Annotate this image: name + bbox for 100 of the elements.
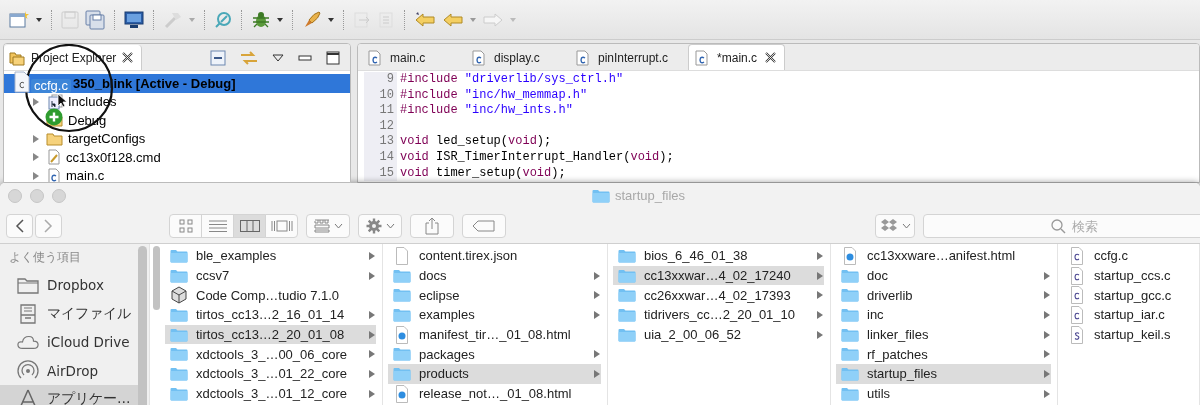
search-field[interactable]: 検索 bbox=[923, 214, 1200, 238]
file-row[interactable]: inc bbox=[836, 305, 1051, 325]
file-row[interactable]: manifest_tir…_01_08.html bbox=[388, 324, 601, 345]
file-row[interactable]: startup_keil.s bbox=[1063, 324, 1193, 345]
bug-icon[interactable] bbox=[251, 9, 271, 30]
last-edit-arrow-icon[interactable] bbox=[414, 10, 436, 29]
monitor-icon[interactable] bbox=[124, 10, 144, 29]
file-row[interactable]: ccfg.c bbox=[1063, 246, 1193, 266]
file-row[interactable]: packages bbox=[388, 344, 601, 365]
file-row[interactable]: tirtos_cc13…2_20_01_08 bbox=[165, 324, 376, 345]
file-row[interactable]: startup_files bbox=[836, 364, 1051, 384]
disclosure-arrow-icon[interactable] bbox=[368, 349, 376, 360]
file-row[interactable]: startup_ccs.c bbox=[1063, 265, 1193, 286]
caret-icon[interactable] bbox=[36, 17, 42, 22]
disclosure-arrow-icon[interactable] bbox=[368, 250, 376, 261]
caret-icon[interactable] bbox=[328, 17, 334, 22]
disclosure-arrow-icon[interactable] bbox=[816, 290, 824, 301]
file-row[interactable]: ble_examples bbox=[165, 246, 376, 266]
view-mode-button[interactable] bbox=[265, 214, 298, 238]
expand-arrow-icon[interactable] bbox=[32, 133, 40, 144]
close-icon[interactable] bbox=[765, 52, 777, 63]
scrollbar[interactable] bbox=[153, 246, 160, 310]
file-row[interactable]: tidrivers_cc…2_20_01_10 bbox=[613, 305, 824, 325]
action-button[interactable] bbox=[358, 214, 402, 238]
view-mode-button[interactable] bbox=[169, 214, 202, 238]
disclosure-arrow-icon[interactable] bbox=[1043, 368, 1051, 379]
view-mode-button[interactable] bbox=[233, 214, 266, 238]
file-row[interactable]: content.tirex.json bbox=[388, 246, 601, 266]
file-row[interactable]: eclipse bbox=[388, 285, 601, 306]
file-row[interactable]: uia_2_00_06_52 bbox=[613, 324, 824, 345]
back-arrow-icon[interactable] bbox=[442, 10, 464, 29]
file-row[interactable]: utils bbox=[836, 383, 1051, 404]
disclosure-arrow-icon[interactable] bbox=[368, 309, 376, 320]
editor-tab[interactable]: pinInterrupt.c bbox=[570, 45, 685, 70]
disclosure-arrow-icon[interactable] bbox=[816, 309, 824, 320]
expand-arrow-icon[interactable] bbox=[32, 170, 40, 181]
disclosure-arrow-icon[interactable] bbox=[1043, 309, 1051, 320]
file-row[interactable]: rf_patches bbox=[836, 344, 1051, 365]
disclosure-arrow-icon[interactable] bbox=[368, 388, 376, 399]
search-icon[interactable] bbox=[214, 10, 232, 29]
sidebar-item[interactable]: iCloud Drive bbox=[0, 328, 138, 357]
file-row[interactable]: cc13xxware…anifest.html bbox=[836, 246, 1051, 266]
disclosure-arrow-icon[interactable] bbox=[593, 349, 601, 360]
disclosure-arrow-icon[interactable] bbox=[816, 329, 824, 340]
back-button[interactable] bbox=[6, 214, 33, 238]
tree-item[interactable]: cc13x0f128.cmd bbox=[4, 148, 350, 167]
editor-tab[interactable]: main.c bbox=[362, 45, 462, 70]
tree-item[interactable]: main.c bbox=[4, 166, 350, 182]
sidebar-item[interactable]: マイファイル bbox=[0, 299, 138, 328]
file-row[interactable]: driverlib bbox=[836, 285, 1051, 306]
disclosure-arrow-icon[interactable] bbox=[368, 368, 376, 379]
file-row[interactable]: docs bbox=[388, 265, 601, 286]
disclosure-arrow-icon[interactable] bbox=[1043, 270, 1051, 281]
disclosure-arrow-icon[interactable] bbox=[816, 270, 824, 281]
file-row[interactable]: xdctools_3_…01_22_core bbox=[165, 364, 376, 384]
file-row[interactable]: release_not…_01_08.html bbox=[388, 383, 601, 404]
sidebar-item[interactable]: アプリケー… bbox=[0, 385, 138, 405]
disclosure-arrow-icon[interactable] bbox=[1043, 349, 1051, 360]
file-row[interactable]: linker_files bbox=[836, 324, 1051, 345]
disclosure-arrow-icon[interactable] bbox=[368, 270, 376, 281]
file-row[interactable]: cc26xxwar…4_02_17393 bbox=[613, 285, 824, 306]
caret-icon[interactable] bbox=[277, 17, 283, 22]
disclosure-arrow-icon[interactable] bbox=[1043, 290, 1051, 301]
collapse-all-icon[interactable] bbox=[210, 49, 226, 66]
tree-item[interactable]: targetConfigs bbox=[4, 129, 350, 148]
disclosure-arrow-icon[interactable] bbox=[368, 329, 376, 340]
disclosure-arrow-icon[interactable] bbox=[593, 368, 601, 379]
disclosure-arrow-icon[interactable] bbox=[1043, 388, 1051, 399]
save-all-icon[interactable] bbox=[85, 9, 105, 30]
view-menu-icon[interactable] bbox=[272, 53, 284, 62]
file-row[interactable]: bios_6_46_01_38 bbox=[613, 246, 824, 266]
disclosure-arrow-icon[interactable] bbox=[816, 250, 824, 261]
disclosure-arrow-icon[interactable] bbox=[593, 309, 601, 320]
disclosure-arrow-icon[interactable] bbox=[593, 290, 601, 301]
expand-arrow-icon[interactable] bbox=[32, 96, 40, 107]
link-arrows-icon[interactable] bbox=[240, 49, 258, 66]
disclosure-arrow-icon[interactable] bbox=[1043, 329, 1051, 340]
disclosure-arrow-icon[interactable] bbox=[593, 270, 601, 281]
file-row[interactable]: cc13xxwar…4_02_17240 bbox=[613, 265, 824, 286]
expand-arrow-icon[interactable] bbox=[32, 152, 40, 163]
file-row[interactable]: ccsv7 bbox=[165, 265, 376, 286]
file-row[interactable]: Code Comp…tudio 7.1.0 bbox=[165, 285, 376, 306]
arrange-button[interactable] bbox=[306, 214, 350, 238]
view-mode-button[interactable] bbox=[201, 214, 234, 238]
file-row[interactable]: xdctools_3_…00_06_core bbox=[165, 344, 376, 365]
file-row[interactable]: doc bbox=[836, 265, 1051, 286]
sidebar-item[interactable]: AirDrop bbox=[0, 356, 138, 385]
dropbox-button[interactable] bbox=[875, 214, 915, 238]
file-row[interactable]: startup_gcc.c bbox=[1063, 285, 1193, 306]
file-row[interactable]: examples bbox=[388, 305, 601, 325]
sidebar-item[interactable]: Dropbox bbox=[0, 271, 138, 300]
minimize-icon[interactable] bbox=[298, 53, 312, 62]
file-row[interactable]: startup_iar.c bbox=[1063, 305, 1193, 325]
file-row[interactable]: tirtos_cc13…2_16_01_14 bbox=[165, 305, 376, 325]
maximize-icon[interactable] bbox=[326, 50, 340, 65]
file-row[interactable]: xdctools_3_…01_12_core bbox=[165, 383, 376, 404]
editor-tab[interactable]: *main.c bbox=[688, 44, 786, 70]
close-icon[interactable] bbox=[122, 52, 134, 63]
file-row[interactable]: products bbox=[388, 364, 601, 384]
editor-tab[interactable]: display.c bbox=[466, 45, 566, 70]
